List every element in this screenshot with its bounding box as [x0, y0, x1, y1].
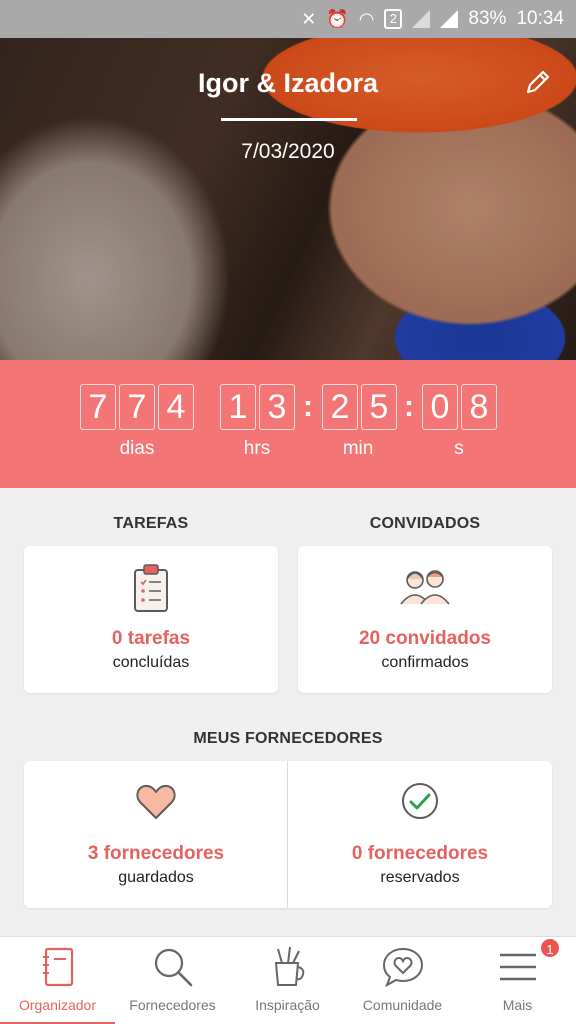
countdown-digit: 8	[461, 384, 497, 430]
guests-sub: confirmados	[381, 654, 469, 671]
sim-icon: 2	[384, 9, 403, 29]
booked-vendors-count: 0 fornecedores	[351, 843, 489, 864]
guests-count: 20 convidados	[359, 628, 491, 649]
saved-vendors[interactable]: 3 fornecedores guardados	[24, 761, 288, 908]
alarm-icon: ⏰	[326, 8, 349, 29]
label-days: dias	[119, 438, 155, 459]
vendors-card: 3 fornecedores guardados 0 fornecedores …	[24, 761, 552, 908]
countdown-seconds: 0 8	[422, 384, 497, 430]
bottom-navigation: Organizador Fornecedores Inspiração Comu…	[0, 936, 576, 1024]
cover-photo[interactable]: Igor & Izadora 7/03/2020	[0, 38, 576, 360]
title-underline	[221, 118, 357, 121]
countdown-digit: 3	[259, 384, 295, 430]
wifi-icon: ◠	[358, 8, 375, 29]
countdown-hours: 1 3	[220, 384, 295, 430]
search-icon	[154, 948, 192, 987]
vendors-title: MEUS FORNECEDORES	[193, 730, 383, 747]
nav-organizer[interactable]: Organizador	[0, 937, 115, 1024]
nav-label: Comunidade	[362, 997, 443, 1013]
edit-pencil-icon[interactable]	[524, 68, 552, 96]
mute-icon: ✕	[301, 8, 317, 29]
nav-vendors[interactable]: Fornecedores	[115, 937, 230, 1024]
cup-pencils-icon	[274, 946, 304, 986]
heart-icon	[136, 784, 176, 819]
guests-couple-icon	[400, 570, 450, 605]
countdown-digit: 2	[322, 384, 358, 430]
countdown-digit: 7	[119, 384, 155, 430]
clipboard-icon	[134, 564, 168, 612]
countdown-digit: 5	[361, 384, 397, 430]
signal-icon	[440, 10, 459, 28]
countdown-digit: 1	[220, 384, 256, 430]
countdown-separator: :	[303, 390, 313, 423]
booked-vendors-sub: reservados	[380, 869, 460, 886]
countdown-digit: 4	[158, 384, 194, 430]
guests-title: CONVIDADOS	[369, 515, 481, 532]
nav-community[interactable]: Comunidade	[345, 937, 460, 1024]
nav-label: Fornecedores	[129, 997, 216, 1013]
tasks-title: TAREFAS	[113, 515, 189, 532]
saved-vendors-sub: guardados	[118, 869, 194, 886]
label-seconds: s	[454, 438, 464, 459]
guests-card[interactable]: 20 convidados confirmados	[298, 546, 552, 693]
tasks-sub: concluídas	[112, 654, 190, 671]
nav-label: Organizador	[18, 997, 97, 1013]
battery-level: 83%	[468, 8, 507, 29]
countdown-digit: 7	[80, 384, 116, 430]
couple-names: Igor & Izadora	[197, 68, 379, 98]
tasks-card[interactable]: 0 tarefas concluídas	[24, 546, 278, 693]
check-circle-icon	[402, 783, 438, 819]
notebook-icon	[42, 947, 73, 987]
signal-icon	[412, 10, 431, 28]
clock: 10:34	[516, 8, 564, 29]
countdown-minutes: 2 5	[322, 384, 397, 430]
menu-icon	[499, 953, 536, 981]
countdown-separator: :	[404, 390, 414, 423]
nav-label: Mais	[502, 997, 533, 1013]
countdown-digit: 0	[422, 384, 458, 430]
chat-heart-icon	[382, 947, 423, 988]
wedding-date: 7/03/2020	[241, 140, 335, 163]
nav-inspiration[interactable]: Inspiração	[230, 937, 345, 1024]
wedding-countdown: 7 7 4 1 3 : 2 5 : 0 8 dias hrs min s	[0, 360, 576, 488]
status-bar: ✕ ⏰ ◠ 2 83% 10:34	[0, 0, 576, 38]
countdown-days: 7 7 4	[80, 384, 194, 430]
label-minutes: min	[342, 438, 374, 459]
saved-vendors-count: 3 fornecedores	[87, 843, 225, 864]
notification-badge: 1	[539, 937, 561, 959]
tasks-count: 0 tarefas	[111, 628, 191, 649]
label-hours: hrs	[243, 438, 271, 459]
nav-label: Inspiração	[255, 997, 320, 1013]
booked-vendors[interactable]: 0 fornecedores reservados	[288, 761, 552, 908]
